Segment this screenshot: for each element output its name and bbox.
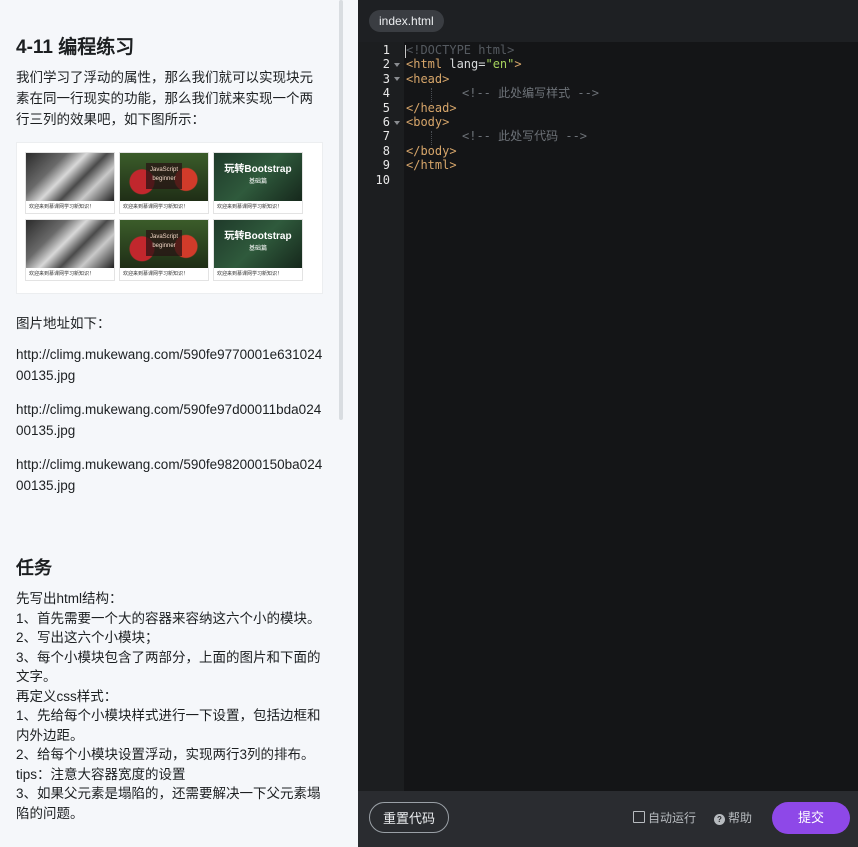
task-line: 1、先给每个小模块样式进行一下设置，包括边框和内外边距。	[16, 708, 321, 743]
example-caption: 欢迎来到慕课网学习新知识！	[217, 204, 283, 210]
task-line: 2、给每个小模块设置浮动，实现两行3列的排布。	[16, 747, 315, 762]
task-line: 先写出html结构：	[16, 591, 123, 606]
example-bs-title: 玩转Bootstrap	[224, 231, 292, 242]
example-js-title: JavaScript	[149, 234, 178, 240]
instruction-scrollbar[interactable]	[339, 0, 343, 420]
line-number: 10	[375, 172, 390, 187]
example-card: 欢迎来到慕课网学习新知识！	[25, 152, 115, 214]
example-thumb-photo	[26, 153, 114, 201]
example-caption: 欢迎来到慕课网学习新知识！	[123, 271, 189, 277]
editor-pane: index.html 1 2 3 4 5 6 7 8 9 10 <!DOCTYP…	[358, 0, 858, 847]
line-number-gutter: 1 2 3 4 5 6 7 8 9 10	[358, 42, 404, 791]
line-number: 3	[382, 71, 390, 86]
line-number: 1	[382, 43, 390, 57]
example-card: 欢迎来到慕课网学习新知识！	[25, 219, 115, 281]
text-cursor	[405, 45, 406, 58]
autorun-toggle[interactable]: 自动运行	[633, 810, 696, 826]
code-line-doctype: <!DOCTYPE html>	[406, 43, 515, 57]
code-line-style-comment: <!-- 此处编写样式 -->	[462, 86, 600, 101]
example-caption: 欢迎来到慕课网学习新知识！	[217, 271, 283, 277]
code-line-body-close: </body>	[406, 143, 457, 158]
example-card: 玩转Bootstrap 基础篇 欢迎来到慕课网学习新知识！	[213, 219, 303, 281]
checkbox-icon[interactable]	[633, 811, 645, 823]
example-caption: 欢迎来到慕课网学习新知识！	[123, 204, 189, 210]
help-label: 帮助	[728, 811, 753, 825]
editor-toolbar: 重置代码 自动运行 ? 帮助 提交	[358, 791, 858, 847]
tab-index-html[interactable]: index.html	[369, 10, 444, 32]
image-url: http://climg.mukewang.com/590fe982000150…	[16, 457, 323, 493]
code-line-body-open: <body>	[406, 115, 450, 129]
code-line-code-comment: <!-- 此处写代码 -->	[462, 129, 588, 144]
example-js-sub: beginner	[152, 176, 176, 182]
task-line: 3、每个小模块包含了两部分，上面的图片和下面的文字。	[16, 649, 321, 685]
code-token-tag: >	[514, 57, 522, 72]
task-line: 2、写出这六个小模块；	[16, 630, 159, 645]
example-thumb-javascript: JavaScript beginner	[120, 220, 208, 268]
code-line-html: <html lang="en">	[406, 57, 522, 71]
lesson-title: 4-11 编程练习	[16, 37, 135, 58]
line-number: 9	[382, 158, 390, 173]
lesson-intro: 我们学习了浮动的属性，那么我们就可以实现块元素在同一行现实的功能，那么我们就来实…	[16, 70, 313, 127]
task-line: 再定义css样式：	[16, 688, 118, 704]
example-card: JavaScript beginner 欢迎来到慕课网学习新知识！	[119, 152, 209, 214]
example-js-sub: beginner	[152, 243, 176, 249]
line-number: 5	[382, 100, 390, 115]
line-number: 6	[382, 115, 390, 129]
task-line: tips：注意大容器宽度的设置	[16, 766, 186, 782]
fold-arrow-icon[interactable]	[394, 120, 400, 125]
code-token-attr: lang=	[449, 57, 486, 72]
code-editor[interactable]: 1 2 3 4 5 6 7 8 9 10 <!DOCTYPE html> <ht…	[358, 42, 858, 791]
task-body: 先写出html结构： 1、首先需要一个大的容器来容纳这六个小的模块。 2、写出这…	[16, 589, 326, 823]
code-token-tag: <html	[406, 57, 450, 72]
example-thumb-bootstrap: 玩转Bootstrap 基础篇	[214, 220, 302, 268]
image-url: http://climg.mukewang.com/590fe9770001e6…	[16, 347, 323, 383]
help-link[interactable]: ? 帮助	[714, 810, 752, 826]
example-bs-sub: 基础篇	[248, 246, 267, 252]
code-line-html-close: </html>	[406, 158, 457, 173]
reset-code-button[interactable]: 重置代码	[369, 802, 449, 833]
example-js-title: JavaScript	[149, 167, 178, 173]
example-thumb-javascript: JavaScript beginner	[120, 153, 208, 201]
line-number: 7	[382, 129, 390, 144]
question-icon: ?	[714, 814, 725, 825]
example-thumb-bootstrap: 玩转Bootstrap 基础篇	[214, 153, 302, 201]
example-bs-title: 玩转Bootstrap	[224, 164, 292, 175]
line-number: 8	[382, 143, 390, 158]
submit-button[interactable]: 提交	[772, 802, 850, 834]
task-title: 任务	[16, 558, 52, 578]
line-number: 2	[382, 57, 390, 72]
file-tab-bar: index.html	[358, 0, 858, 42]
example-caption: 欢迎来到慕课网学习新知识！	[29, 271, 95, 277]
example-thumb-photo	[26, 220, 114, 268]
autorun-label: 自动运行	[648, 811, 697, 825]
image-url: http://climg.mukewang.com/590fe97d00011b…	[16, 402, 322, 438]
fold-arrow-icon[interactable]	[394, 77, 400, 82]
example-bs-sub: 基础篇	[248, 179, 267, 185]
urls-heading: 图片地址如下：	[16, 316, 111, 331]
example-image: 欢迎来到慕课网学习新知识！ JavaScript beginner 欢迎来到慕课网…	[16, 142, 323, 294]
task-line: 1、首先需要一个大的容器来容纳这六个小的模块。	[16, 610, 321, 626]
fold-arrow-icon[interactable]	[394, 63, 400, 67]
code-line-head-close: </head>	[406, 100, 457, 115]
line-number: 4	[382, 86, 390, 101]
example-card: JavaScript beginner 欢迎来到慕课网学习新知识！	[119, 219, 209, 281]
instruction-content: 4-11 编程练习 我们学习了浮动的属性，那么我们就可以实现块元素在同一行现实的…	[0, 0, 340, 847]
code-token-string: "en"	[485, 57, 515, 72]
task-line: 3、如果父元素是塌陷的，还需要解决一下父元素塌陷的问题。	[16, 786, 321, 821]
code-line-head-open: <head>	[406, 71, 450, 86]
example-caption: 欢迎来到慕课网学习新知识！	[29, 204, 95, 210]
instruction-pane: 4-11 编程练习 我们学习了浮动的属性，那么我们就可以实现块元素在同一行现实的…	[0, 0, 358, 847]
example-card: 玩转Bootstrap 基础篇 欢迎来到慕课网学习新知识！	[213, 152, 303, 214]
